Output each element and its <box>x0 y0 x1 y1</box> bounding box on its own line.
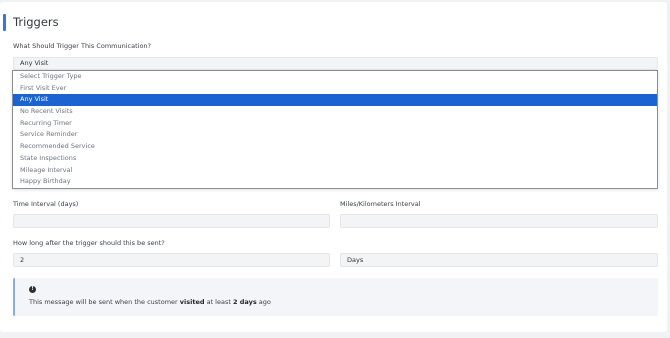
trigger-type-dropdown-list[interactable]: Select Trigger Type First Visit Ever Any V… <box>12 70 658 189</box>
info-text-duration: 2 days <box>232 298 257 306</box>
trigger-option[interactable]: Select Trigger Type <box>13 71 657 83</box>
info-circle-icon: ! <box>29 286 36 293</box>
delay-question-label: How long after the trigger should this b… <box>13 239 165 247</box>
info-text-mid: at least <box>204 298 233 306</box>
miles-interval-input[interactable] <box>340 214 658 228</box>
trigger-type-select[interactable]: Any Visit <box>13 57 658 70</box>
triggers-card: Triggers What Should Trigger This Commun… <box>0 2 667 332</box>
info-message-box: ! This message will be sent when the cus… <box>13 278 658 316</box>
trigger-option[interactable]: Recurring Timer <box>13 118 657 130</box>
trigger-option[interactable]: Happy Birthday <box>13 176 657 188</box>
section-accent-bar <box>3 14 6 31</box>
delay-amount-input[interactable]: 2 <box>13 253 330 267</box>
trigger-option[interactable]: No Recent Visits <box>13 106 657 118</box>
trigger-option[interactable]: Service Reminder <box>13 129 657 141</box>
info-text-event: visited <box>179 298 205 306</box>
trigger-option[interactable]: Any Visit <box>13 94 657 107</box>
info-text-pre: This message will be sent when the custo… <box>29 298 180 306</box>
delay-unit-select[interactable]: Days <box>340 253 658 267</box>
trigger-option[interactable]: State Inspections <box>13 153 657 165</box>
trigger-question-label: What Should Trigger This Communication? <box>13 42 151 50</box>
info-message-text: This message will be sent when the custo… <box>29 298 271 307</box>
trigger-option[interactable]: Recommended Service <box>13 141 657 153</box>
info-text-post: ago <box>256 298 271 306</box>
section-title: Triggers <box>13 15 59 29</box>
time-interval-label: Time Interval (days) <box>13 200 79 208</box>
trigger-option[interactable]: First Visit Ever <box>13 83 657 95</box>
time-interval-input[interactable] <box>13 214 330 228</box>
miles-interval-label: Miles/Kilometers Interval <box>340 200 421 208</box>
trigger-option[interactable]: Mileage Interval <box>13 165 657 177</box>
